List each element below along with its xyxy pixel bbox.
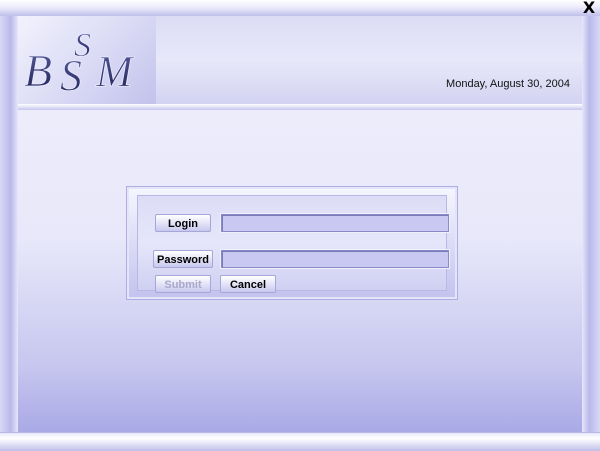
current-date: Monday, August 30, 2004 bbox=[446, 78, 570, 90]
right-frame-rail bbox=[582, 16, 600, 436]
left-frame-rail bbox=[0, 16, 18, 436]
password-input[interactable] bbox=[221, 250, 449, 268]
cancel-button[interactable]: Cancel bbox=[220, 275, 276, 293]
header-banner: B S S M Monday, August 30, 2004 bbox=[18, 16, 582, 104]
svg-text:M: M bbox=[95, 47, 135, 96]
password-label: Password bbox=[153, 250, 213, 268]
svg-text:B: B bbox=[24, 45, 52, 96]
bssm-logo-icon: B S S M bbox=[24, 27, 136, 101]
title-bar: X bbox=[0, 0, 600, 17]
svg-text:S: S bbox=[60, 51, 82, 100]
login-panel: Login Password Submit Cancel bbox=[126, 186, 458, 300]
login-panel-inner: Login Password Submit Cancel bbox=[137, 195, 449, 293]
submit-button[interactable]: Submit bbox=[155, 275, 211, 293]
login-input[interactable] bbox=[221, 214, 449, 232]
login-label: Login bbox=[155, 214, 211, 232]
close-button[interactable]: X bbox=[582, 0, 596, 16]
bottom-bar bbox=[0, 432, 600, 451]
logo: B S S M bbox=[18, 16, 156, 104]
